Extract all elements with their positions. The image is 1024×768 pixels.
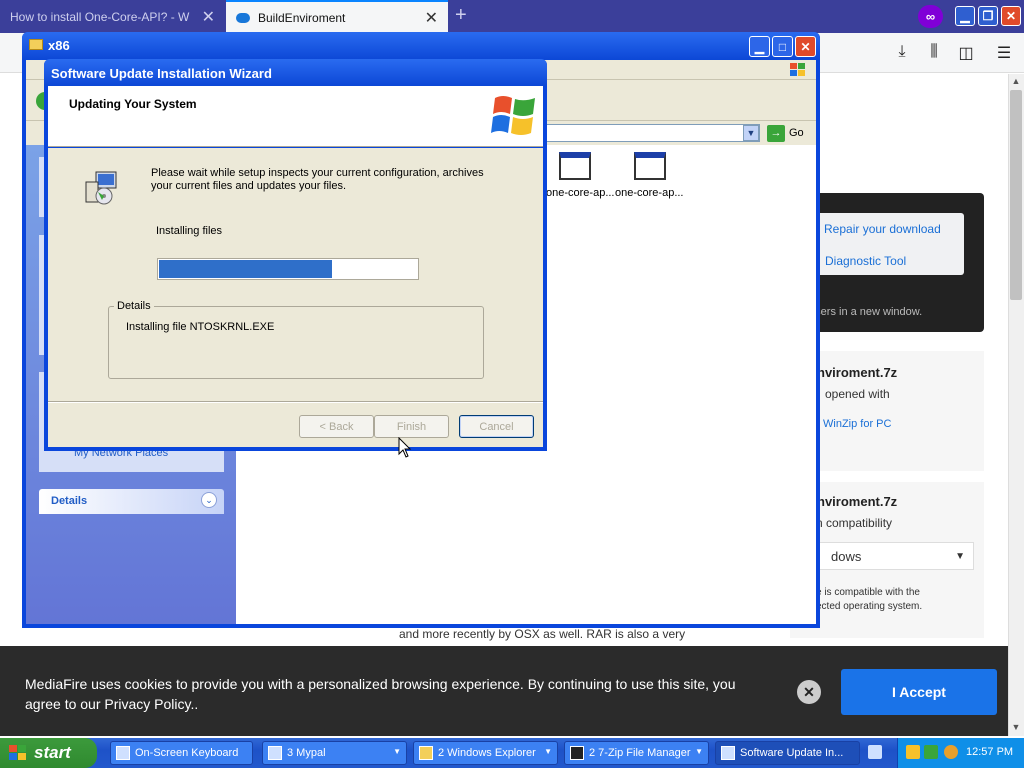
taskbar-item-label: Software Update In... [740, 747, 844, 759]
taskbar-item-windows-explorer[interactable]: 2 Windows Explorer ▼ [413, 741, 558, 765]
windows-logo-icon [491, 96, 535, 135]
scroll-down-icon[interactable]: ▼ [1010, 722, 1022, 734]
setup-computer-icon [85, 171, 117, 205]
explorer-close-button[interactable]: ✕ [795, 36, 816, 57]
menu-icon[interactable]: ☰ [994, 43, 1014, 63]
card-subtitle: n compatibility [816, 516, 893, 530]
tab-label: BuildEnviroment [258, 10, 346, 25]
mypal-icon [268, 746, 282, 760]
setup-icon [721, 746, 735, 760]
chevron-down-icon: ▼ [695, 747, 703, 756]
details-group-label: Details [114, 300, 154, 312]
taskbar-item-label: 2 7-Zip File Manager [589, 747, 691, 759]
7zip-icon [570, 746, 584, 760]
scroll-up-icon[interactable]: ▲ [1010, 76, 1022, 88]
file-icon[interactable] [634, 152, 666, 180]
library-icon[interactable]: ⫼ [924, 43, 944, 63]
chevron-down-icon: ▼ [544, 747, 552, 756]
keyboard-tray-icon[interactable] [868, 745, 882, 759]
link-label: Repair your download [824, 222, 941, 236]
repair-download-link[interactable]: Repair your download [814, 222, 941, 236]
details-section-label: Details [51, 495, 88, 507]
minimize-button[interactable]: ▁ [955, 6, 975, 26]
details-group [108, 306, 484, 379]
tab-close-icon[interactable]: ✕ [202, 7, 215, 27]
file-icon[interactable] [559, 152, 591, 180]
taskbar-item-label: 2 Windows Explorer [438, 747, 536, 759]
advert-note: rtisers in a new window. [806, 306, 923, 318]
tab-buildenviroment[interactable]: BuildEnviroment ✕ [226, 0, 448, 33]
tab-close-icon[interactable]: ✕ [425, 8, 438, 28]
taskbar-item-7zip[interactable]: 2 7-Zip File Manager ▼ [564, 741, 709, 765]
wizard-header [48, 86, 543, 147]
go-button-label[interactable]: Go [789, 127, 804, 139]
explorer-title: x86 [48, 38, 70, 53]
maximize-button[interactable]: ❐ [978, 6, 998, 26]
back-button[interactable]: < Back [299, 415, 374, 438]
card-title: nviroment.7z [817, 365, 898, 380]
tab-label: How to install One-Core-API? - W [10, 9, 190, 24]
go-arrow-icon[interactable]: → [767, 125, 785, 142]
folder-icon [29, 39, 43, 50]
security-shield-icon[interactable] [906, 745, 920, 759]
network-icon[interactable] [924, 745, 938, 759]
cookie-message: MediaFire uses cookies to provide you wi… [25, 676, 736, 712]
wizard-separator [48, 401, 543, 403]
finish-button[interactable]: Finish [374, 415, 449, 438]
compat-note-2: ected operating system. [816, 601, 923, 612]
wizard-title: Software Update Installation Wizard [51, 66, 272, 81]
taskbar-item-mypal[interactable]: 3 Mypal ▼ [262, 741, 407, 765]
new-tab-button[interactable]: + [455, 4, 467, 27]
details-text: Installing file NTOSKRNL.EXE [126, 321, 275, 333]
file-label[interactable]: one-core-ap... [546, 187, 614, 199]
chevron-down-icon[interactable]: ▼ [743, 125, 759, 141]
chevron-down-icon: ▼ [955, 550, 965, 562]
scroll-thumb[interactable] [1010, 90, 1022, 300]
tab-how-to-install[interactable]: How to install One-Core-API? - W ✕ [0, 0, 225, 33]
cookie-close-button[interactable]: ✕ [797, 680, 821, 704]
chevron-down-icon[interactable]: ⌄ [201, 492, 217, 508]
card-title: nviroment.7z [817, 494, 898, 509]
chevron-down-icon: ▼ [393, 747, 401, 756]
mouse-cursor-icon [398, 437, 412, 458]
search-icon[interactable] [944, 745, 958, 759]
wizard-status: Installing files [156, 225, 223, 237]
os-select[interactable]: dows ▼ [800, 542, 974, 570]
wizard-message: Please wait while setup inspects your cu… [151, 167, 484, 192]
taskbar-item-onscreen-keyboard[interactable]: On-Screen Keyboard [110, 741, 253, 765]
article-text: and more recently by OSX as well. RAR is… [399, 627, 686, 641]
start-label: start [34, 743, 71, 762]
explorer-titlebar[interactable] [22, 32, 820, 60]
wizard-header-title: Updating Your System [69, 97, 197, 111]
cancel-button[interactable]: Cancel [459, 415, 534, 438]
accept-cookies-button[interactable]: I Accept [841, 669, 997, 715]
close-button[interactable]: ✕ [1001, 6, 1021, 26]
explorer-maximize-button[interactable]: □ [772, 36, 793, 57]
explorer-minimize-button[interactable]: ▁ [749, 36, 770, 57]
file-label[interactable]: one-core-ap... [615, 187, 683, 199]
sidebar-icon[interactable]: ◫ [956, 43, 976, 63]
card-subtitle: opened with [825, 387, 890, 401]
os-select-value: dows [831, 548, 862, 564]
private-browsing-icon: ∞ [918, 5, 943, 28]
windows-flag-icon [9, 745, 26, 760]
taskbar-item-software-update[interactable]: Software Update In... [715, 741, 860, 765]
winzip-link[interactable]: WinZip for PC [823, 418, 891, 430]
download-icon[interactable]: ⤓ [892, 43, 912, 63]
taskbar-item-label: 3 Mypal [287, 747, 326, 759]
mediafire-favicon-icon [236, 12, 250, 23]
compat-note-1: e is compatible with the [816, 587, 920, 598]
folder-icon [419, 746, 433, 760]
taskbar-item-label: On-Screen Keyboard [135, 747, 239, 759]
clock[interactable]: 12:57 PM [966, 746, 1013, 758]
diagnostic-tool-link[interactable]: Diagnostic Tool [825, 254, 906, 268]
windows-logo-icon [790, 63, 805, 76]
install-progress-fill [159, 260, 332, 278]
keyboard-icon [116, 746, 130, 760]
